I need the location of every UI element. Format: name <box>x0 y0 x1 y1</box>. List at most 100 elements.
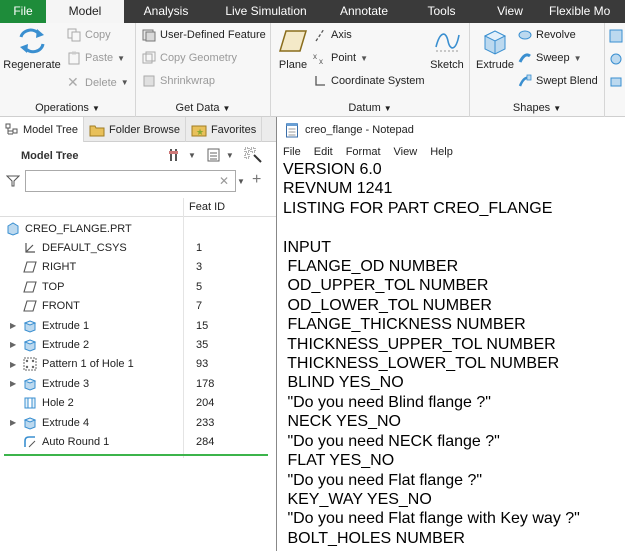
sketch-button[interactable]: Sketch <box>428 27 466 71</box>
tree-row[interactable]: ▶ Extrude 1 15 <box>0 316 276 335</box>
engineering-icon[interactable] <box>609 75 623 89</box>
tree-row[interactable]: RIGHT 3 <box>0 258 276 277</box>
extrude-button[interactable]: Extrude <box>474 27 516 71</box>
coordinate-system-button[interactable]: Coordinate System <box>313 74 425 88</box>
tree-row[interactable]: ▶ Extrude 4 233 <box>0 413 276 432</box>
copy-geometry-button[interactable]: Copy Geometry <box>142 51 237 65</box>
delete-button[interactable]: ✕ Delete ▼ <box>67 74 129 91</box>
menu-view[interactable]: View <box>394 146 418 158</box>
delete-label: Delete <box>85 76 117 89</box>
tab-model[interactable]: Model <box>46 0 124 23</box>
get-data-label: Get Data <box>175 102 220 114</box>
tree-item-label: CREO_FLANGE.PRT <box>25 222 132 235</box>
svg-text:x: x <box>313 52 317 61</box>
tab-model-tree[interactable]: Model Tree <box>0 117 85 142</box>
datum-plane-icon <box>23 299 37 313</box>
expand-arrow-icon[interactable]: ▶ <box>10 418 16 427</box>
sweep-button[interactable]: Sweep ▼ <box>518 51 582 65</box>
tab-flexible-modeling[interactable]: Flexible Mo <box>541 0 625 23</box>
extrude-label: Extrude <box>476 59 514 71</box>
engineering-icon[interactable] <box>609 52 623 66</box>
tree-row[interactable]: CREO_FLANGE.PRT <box>0 219 276 238</box>
plane-button[interactable]: Plane <box>275 27 311 71</box>
menu-edit[interactable]: Edit <box>314 146 333 158</box>
expand-arrow-icon[interactable]: ▶ <box>10 379 16 388</box>
filter-icon[interactable] <box>6 174 20 188</box>
menu-help[interactable]: Help <box>430 146 453 158</box>
chevron-down-icon: ▼ <box>573 53 582 63</box>
tab-view[interactable]: View <box>479 0 541 23</box>
shrinkwrap-button[interactable]: Shrinkwrap <box>142 74 215 88</box>
show-options-icon[interactable] <box>206 147 222 163</box>
datum-plane-icon <box>23 280 37 294</box>
menu-file[interactable]: File <box>283 146 301 158</box>
tree-row[interactable]: ▶ Extrude 2 35 <box>0 335 276 354</box>
tab-folder-browser[interactable]: Folder Browse <box>84 117 186 142</box>
tree-search-input[interactable]: ✕ <box>25 170 236 192</box>
expand-arrow-icon[interactable]: ▶ <box>10 340 16 349</box>
menu-format[interactable]: Format <box>346 146 381 158</box>
tree-row[interactable]: FRONT 7 <box>0 297 276 316</box>
chevron-down-icon[interactable]: ▼ <box>188 151 196 160</box>
tab-file[interactable]: File <box>0 0 46 23</box>
get-data-group: User-Defined Feature Copy Geometry Shrin… <box>136 23 271 117</box>
tab-analysis[interactable]: Analysis <box>124 0 208 23</box>
copy-button[interactable]: Copy <box>67 28 111 42</box>
extrude-icon <box>23 416 37 430</box>
hole-icon <box>23 396 37 410</box>
tree-row[interactable]: DEFAULT_CSYS 1 <box>0 238 276 257</box>
user-defined-feature-button[interactable]: User-Defined Feature <box>142 28 266 42</box>
tab-favorites[interactable]: ★ Favorites <box>186 117 263 142</box>
expand-arrow-icon[interactable]: ▶ <box>10 321 16 330</box>
tree-row[interactable]: Hole 2 204 <box>0 394 276 413</box>
model-tree-title: Model Tree <box>21 150 79 162</box>
notepad-icon <box>286 122 298 137</box>
tree-item-label: Extrude 1 <box>42 319 90 332</box>
point-button[interactable]: xx Point ▼ <box>313 51 368 65</box>
chevron-down-icon[interactable]: ▼ <box>237 177 245 186</box>
chevron-down-icon: ▼ <box>117 53 126 63</box>
notepad-menu-bar: File Edit Format View Help <box>277 142 625 162</box>
regenerate-button[interactable]: Regenerate <box>2 27 62 71</box>
revolve-button[interactable]: Revolve <box>518 28 576 42</box>
notepad-text-area[interactable]: VERSION 6.0 REVNUM 1241 LISTING FOR PART… <box>283 160 580 548</box>
clear-icon[interactable]: ✕ <box>219 174 229 188</box>
tab-folder-browser-label: Folder Browse <box>109 123 180 136</box>
engineering-icon[interactable] <box>609 29 623 43</box>
feat-id-column-header[interactable]: Feat ID <box>189 201 225 213</box>
chevron-down-icon[interactable]: ▼ <box>226 151 234 160</box>
axis-button[interactable]: Axis <box>313 28 352 42</box>
shapes-group-label[interactable]: Shapes ▼ <box>470 102 604 114</box>
swept-blend-icon <box>518 74 532 87</box>
tree-row[interactable]: ▶ Extrude 3 178 <box>0 374 276 393</box>
tab-tools[interactable]: Tools <box>404 0 479 23</box>
datum-group: Plane Axis xx Point ▼ Coordinate System … <box>271 23 470 117</box>
tree-row[interactable]: TOP 5 <box>0 277 276 296</box>
tree-row[interactable]: Auto Round 1 284 <box>0 432 276 451</box>
round-icon <box>23 435 37 449</box>
operations-group-label[interactable]: Operations ▼ <box>0 102 135 114</box>
paste-button[interactable]: Paste ▼ <box>67 51 125 65</box>
copy-geometry-label: Copy Geometry <box>160 52 238 64</box>
model-tree-toolbar: ▼ ▼ <box>168 147 262 163</box>
datum-plane-icon <box>23 260 37 274</box>
get-data-group-label[interactable]: Get Data ▼ <box>136 102 270 114</box>
tree-item-feat-id: 284 <box>196 435 215 448</box>
chevron-down-icon: ▼ <box>91 104 100 113</box>
tab-favorites-label: Favorites <box>210 123 257 136</box>
tree-settings-icon[interactable] <box>168 147 184 163</box>
tree-item-feat-id: 204 <box>196 397 215 410</box>
swept-blend-button[interactable]: Swept Blend <box>518 74 598 88</box>
datum-group-label[interactable]: Datum ▼ <box>271 102 469 114</box>
expand-arrow-icon[interactable]: ▶ <box>10 360 16 369</box>
add-filter-icon[interactable]: + <box>252 171 261 189</box>
sketch-label: Sketch <box>430 59 464 71</box>
chevron-down-icon: ▼ <box>553 104 562 113</box>
operations-group: Regenerate Copy Paste ▼ ✕ Delete ▼ Opera… <box>0 23 136 117</box>
chevron-down-icon: ▼ <box>360 53 368 63</box>
tree-row[interactable]: ▶ Pattern 1 of Hole 1 93 <box>0 355 276 374</box>
tree-filters-icon[interactable] <box>244 147 262 163</box>
shrinkwrap-label: Shrinkwrap <box>160 75 216 87</box>
tab-live-simulation[interactable]: Live Simulation <box>208 0 324 23</box>
tab-annotate[interactable]: Annotate <box>324 0 404 23</box>
